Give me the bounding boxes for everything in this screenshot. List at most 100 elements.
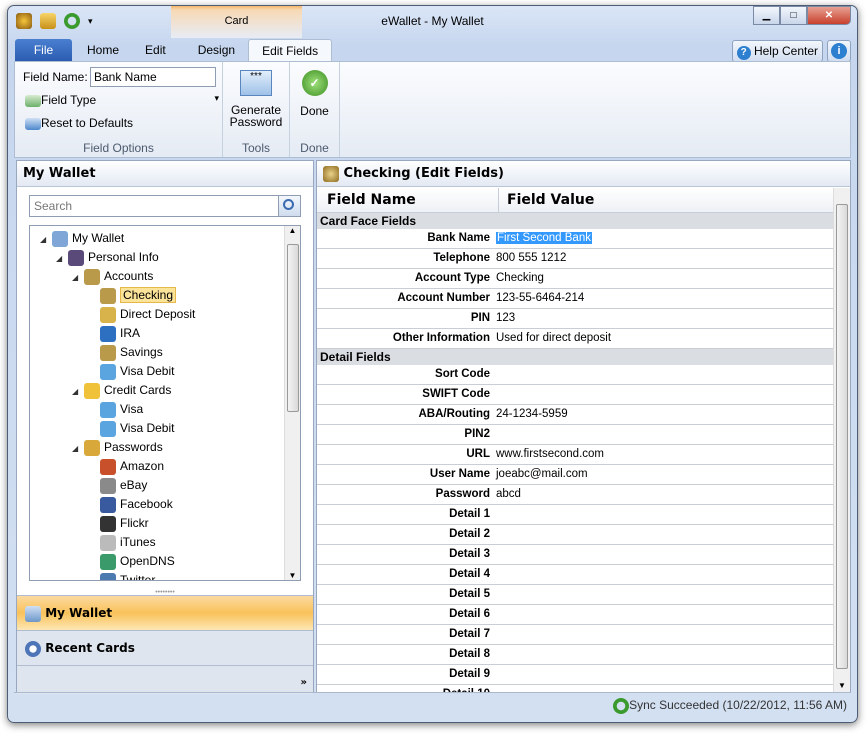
table-row[interactable]: Detail 3 — [317, 545, 834, 565]
table-row[interactable]: Detail 1 — [317, 505, 834, 525]
expand-arrow-icon[interactable]: ◢ — [72, 382, 84, 401]
field-value[interactable]: abcd — [495, 485, 521, 504]
field-value[interactable]: 123 — [495, 309, 515, 328]
tree-item[interactable]: Facebook — [88, 495, 173, 514]
tree-item[interactable]: ◢ My Wallet — [40, 229, 124, 248]
field-name-input[interactable]: Bank Name — [90, 67, 216, 87]
done-button[interactable]: ✓ Done — [290, 70, 339, 118]
column-field-value[interactable]: Field Value — [498, 188, 594, 212]
tree-item[interactable]: Amazon — [88, 457, 164, 476]
tree-item[interactable]: ◢ Passwords — [72, 438, 163, 457]
table-row[interactable]: PIN 123 — [317, 309, 834, 329]
table-row[interactable]: Other Information Used for direct deposit — [317, 329, 834, 349]
expand-arrow-icon[interactable]: ◢ — [72, 268, 84, 287]
reset-to-defaults-button[interactable]: Reset to Defaults — [25, 116, 133, 130]
tab-edit-fields[interactable]: Edit Fields — [248, 39, 333, 62]
field-value[interactable]: First Second Bank — [495, 229, 592, 248]
table-row[interactable]: Telephone 800 555 1212 — [317, 249, 834, 269]
table-row[interactable]: Detail 6 — [317, 605, 834, 625]
minimize-button[interactable]: ▁ — [753, 6, 780, 25]
tree-item[interactable]: OpenDNS — [88, 552, 175, 571]
tree-item[interactable]: Checking — [88, 286, 177, 305]
field-value[interactable] — [495, 605, 496, 624]
search-button[interactable] — [278, 196, 300, 216]
field-value[interactable] — [495, 625, 496, 644]
moneybag-icon — [84, 268, 100, 285]
field-value[interactable] — [495, 365, 496, 384]
table-row[interactable]: Bank Name First Second Bank — [317, 229, 834, 249]
tree-item[interactable]: Direct Deposit — [88, 305, 195, 324]
table-row[interactable]: Detail 7 — [317, 625, 834, 645]
tree-item[interactable]: ◢ Personal Info — [56, 248, 159, 267]
tree-item[interactable]: Savings — [88, 343, 163, 362]
expand-arrow-icon[interactable]: ◢ — [40, 230, 52, 249]
tree-item[interactable]: Twitter — [88, 571, 155, 580]
field-value[interactable]: www.firstsecond.com — [495, 445, 604, 464]
tree-item[interactable]: Visa — [88, 400, 143, 419]
table-row[interactable]: Detail 9 — [317, 665, 834, 685]
card-title: Checking (Edit Fields) — [317, 161, 850, 187]
expand-arrow-icon[interactable]: ◢ — [56, 249, 68, 268]
field-value[interactable] — [495, 645, 496, 664]
maximize-button[interactable]: □ — [780, 6, 807, 25]
tree-item[interactable]: ◢ Accounts — [72, 267, 153, 286]
field-value[interactable] — [495, 545, 496, 564]
tree-item[interactable]: ◢ Credit Cards — [72, 381, 171, 400]
table-row[interactable]: User Name joeabc@mail.com — [317, 465, 834, 485]
field-value[interactable]: joeabc@mail.com — [495, 465, 588, 484]
table-row[interactable]: Password abcd — [317, 485, 834, 505]
tab-edit[interactable]: Edit — [132, 39, 179, 62]
help-center-button[interactable]: ? Help Center — [731, 40, 823, 62]
table-scrollbar[interactable]: ▼ — [833, 188, 850, 692]
tab-file[interactable]: File — [15, 39, 72, 62]
close-button[interactable]: ✕ — [807, 6, 851, 25]
table-row[interactable]: PIN2 — [317, 425, 834, 445]
table-row[interactable]: Detail 8 — [317, 645, 834, 665]
table-row[interactable]: Detail 2 — [317, 525, 834, 545]
tree-item[interactable]: eBay — [88, 476, 147, 495]
field-name: ABA/Routing — [418, 408, 490, 420]
generate-password-button[interactable]: *** Generate Password — [223, 70, 289, 128]
field-value[interactable]: Used for direct deposit — [495, 329, 611, 348]
table-row[interactable]: URL www.firstsecond.com — [317, 445, 834, 465]
field-value[interactable] — [495, 525, 496, 544]
field-value[interactable] — [495, 505, 496, 524]
expand-arrow-icon[interactable]: ◢ — [72, 439, 84, 458]
search-input[interactable]: Search — [29, 195, 301, 217]
tree-item[interactable]: Visa Debit — [88, 362, 174, 381]
scrollbar-thumb[interactable] — [836, 204, 848, 669]
column-field-name[interactable]: Field Name — [327, 188, 416, 213]
tree-item[interactable]: Visa Debit — [88, 419, 174, 438]
table-row[interactable]: SWIFT Code — [317, 385, 834, 405]
field-value[interactable]: Checking — [495, 269, 544, 288]
moneybag-icon — [100, 344, 116, 361]
field-value[interactable] — [495, 425, 496, 444]
nav-my-wallet[interactable]: My Wallet — [17, 595, 313, 630]
wallet-tree[interactable]: ▲ ▼ ◢ My Wallet ◢ Personal Info ◢ Accounts Chec… — [29, 225, 301, 581]
table-row[interactable]: Detail 4 — [317, 565, 834, 585]
table-row[interactable]: Account Type Checking — [317, 269, 834, 289]
group-field-options: Field Name: Bank Name Field Type ▾ Reset … — [15, 62, 223, 157]
field-value[interactable]: 800 555 1212 — [495, 249, 566, 268]
about-button[interactable]: i — [827, 40, 851, 62]
field-type-dropdown[interactable]: Field Type ▾ — [25, 93, 219, 107]
tree-item[interactable]: iTunes — [88, 533, 156, 552]
tab-home[interactable]: Home — [74, 39, 132, 62]
table-row[interactable]: Account Number 123-55-6464-214 — [317, 289, 834, 309]
table-row[interactable]: ABA/Routing 24-1234-5959 — [317, 405, 834, 425]
field-value[interactable] — [495, 565, 496, 584]
tree-item[interactable]: Flickr — [88, 514, 149, 533]
field-value[interactable]: 24-1234-5959 — [495, 405, 568, 424]
tab-design[interactable]: Design — [185, 39, 248, 62]
table-row[interactable]: Detail 5 — [317, 585, 834, 605]
field-value[interactable] — [495, 585, 496, 604]
field-value[interactable] — [495, 385, 496, 404]
scrollbar-thumb[interactable] — [287, 244, 299, 412]
field-value[interactable]: 123-55-6464-214 — [495, 289, 584, 308]
tree-scrollbar[interactable]: ▲ ▼ — [284, 226, 300, 580]
nav-overflow-button[interactable]: » — [17, 665, 313, 694]
nav-recent-cards[interactable]: Recent Cards — [17, 630, 313, 665]
field-value[interactable] — [495, 665, 496, 684]
table-row[interactable]: Sort Code — [317, 365, 834, 385]
tree-item[interactable]: IRA — [88, 324, 140, 343]
